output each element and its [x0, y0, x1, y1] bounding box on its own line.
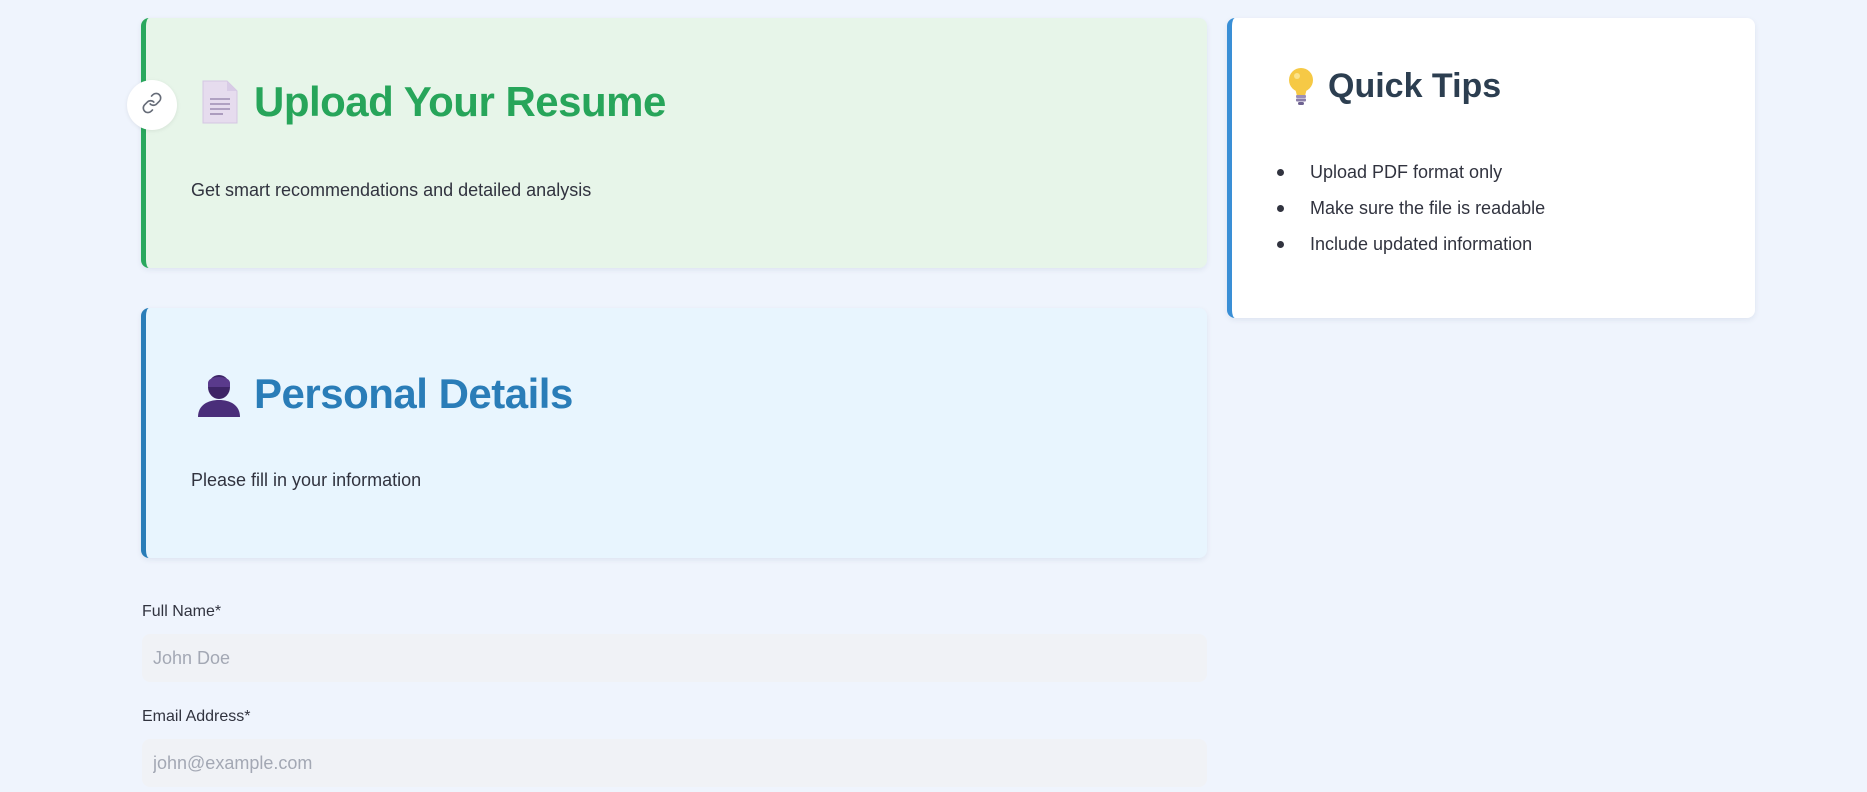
quick-tips-heading: Quick Tips [1282, 66, 1501, 106]
person-icon [196, 370, 242, 418]
full-name-input[interactable] [142, 634, 1207, 682]
personal-details-heading: Personal Details [196, 370, 573, 418]
quick-tips-card: Quick Tips Upload PDF format only Make s… [1227, 18, 1755, 318]
personal-details-subtitle: Please fill in your information [191, 470, 422, 490]
heading-anchor-link[interactable] [127, 80, 177, 130]
document-icon [196, 78, 242, 126]
page: Upload Your Resume Get smart recommendat… [0, 0, 1867, 792]
tip-item: Include updated information [1272, 226, 1545, 262]
personal-details-card: Personal Details Please fill in your inf… [141, 308, 1207, 558]
link-icon [141, 92, 163, 119]
upload-resume-subtitle: Get smart recommendations and detailed a… [191, 180, 592, 200]
email-address-input[interactable] [142, 739, 1207, 787]
tip-item: Upload PDF format only [1272, 154, 1545, 190]
lightbulb-icon [1282, 66, 1320, 106]
quick-tips-list: Upload PDF format only Make sure the fil… [1272, 154, 1545, 262]
upload-resume-card: Upload Your Resume Get smart recommendat… [141, 18, 1207, 268]
email-address-label: Email Address* [142, 708, 251, 725]
tip-item: Make sure the file is readable [1272, 190, 1545, 226]
full-name-label: Full Name* [142, 603, 222, 620]
quick-tips-title: Quick Tips [1328, 66, 1502, 105]
personal-details-title: Personal Details [254, 370, 573, 417]
upload-resume-heading: Upload Your Resume [196, 78, 666, 126]
upload-resume-title: Upload Your Resume [254, 78, 666, 125]
